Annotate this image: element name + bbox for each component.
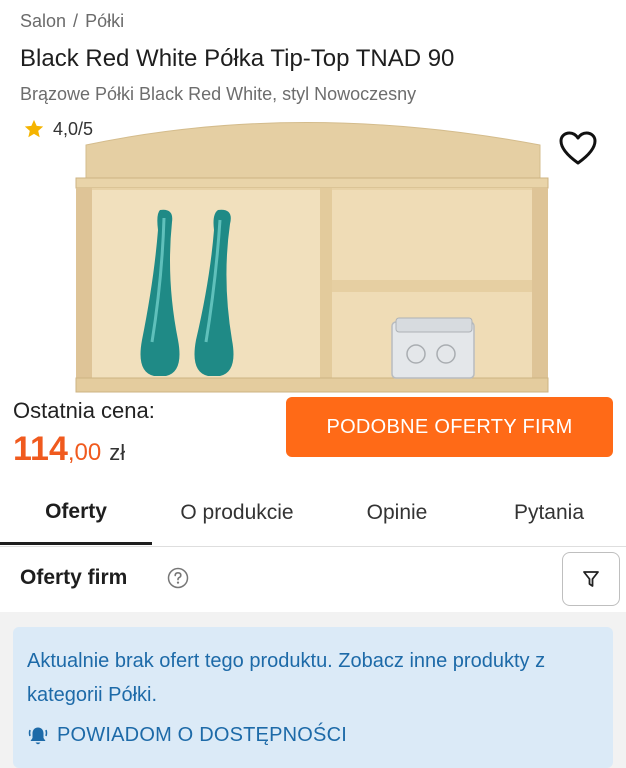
star-icon — [24, 119, 44, 138]
product-rating[interactable]: 4,0/5 — [23, 118, 93, 140]
tab-questions[interactable]: Pytania — [472, 482, 626, 544]
no-offers-text: Aktualnie brak ofert tego produktu. Zoba… — [27, 650, 546, 706]
notify-label: POWIADOM O DOSTĘPNOŚCI — [57, 724, 347, 746]
product-image[interactable] — [70, 110, 558, 395]
heart-icon[interactable] — [558, 130, 598, 168]
offers-title: Oferty firm — [20, 566, 128, 589]
price-currency: zł — [109, 440, 126, 465]
product-subtitle[interactable]: Brązowe Półki Black Red White, styl Nowo… — [20, 84, 416, 105]
breadcrumb-category[interactable]: Półki — [85, 11, 124, 32]
tab-offers[interactable]: Oferty — [0, 482, 152, 545]
breadcrumb-separator: / — [73, 11, 79, 31]
notify-availability-button[interactable]: POWIADOM O DOSTĘPNOŚCI — [27, 724, 347, 747]
bell-icon — [28, 727, 48, 744]
no-offers-notice: Aktualnie brak ofert tego produktu. Zoba… — [13, 627, 613, 768]
last-price-label: Ostatnia cena: — [13, 398, 155, 423]
tab-reviews[interactable]: Opinie — [322, 482, 472, 544]
breadcrumb: Salon / Półki — [20, 11, 124, 32]
price-integer: 114 — [13, 430, 68, 468]
rating-value: 4,0/5 — [53, 118, 94, 139]
breadcrumb-home[interactable]: Salon — [20, 11, 66, 32]
product-title: Black Red White Półka Tip-Top TNAD 90 — [20, 45, 455, 72]
product-tabs: Oferty O produkcie Opinie Pytania — [0, 482, 626, 547]
similar-offers-button[interactable]: PODOBNE OFERTY FIRM — [286, 397, 613, 457]
filter-icon — [583, 571, 599, 587]
tab-about[interactable]: O produkcie — [152, 482, 322, 544]
price-decimal: ,00 — [67, 439, 102, 466]
price: 114,00 zł — [13, 430, 125, 469]
filter-button[interactable] — [562, 552, 620, 606]
question-icon[interactable] — [167, 567, 189, 589]
